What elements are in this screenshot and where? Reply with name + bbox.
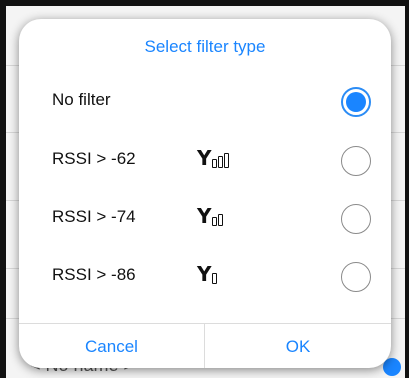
signal-strength-icon: Y (197, 262, 218, 284)
option-no-filter[interactable]: No filter (19, 81, 391, 121)
option-label: RSSI > -86 (52, 265, 136, 284)
option-rssi-74[interactable]: RSSI > -74 Y (19, 198, 391, 238)
window-frame-right (405, 0, 409, 378)
radio-selected[interactable] (341, 87, 371, 117)
cancel-button[interactable]: Cancel (19, 324, 205, 368)
filter-type-dialog: Select filter type No filter RSSI > -62 … (19, 19, 391, 368)
radio-unselected[interactable] (341, 146, 371, 176)
option-label: RSSI > -62 (52, 149, 136, 168)
radio-unselected[interactable] (341, 204, 371, 234)
radio-unselected[interactable] (341, 262, 371, 292)
window-frame-top (0, 0, 409, 6)
window-frame-left (0, 0, 6, 378)
option-label: RSSI > -74 (52, 207, 136, 226)
dialog-footer: Cancel OK (19, 323, 391, 368)
dialog-title: Select filter type (144, 37, 266, 56)
option-label: No filter (52, 90, 111, 109)
ok-button[interactable]: OK (205, 324, 391, 368)
signal-strength-icon: Y (197, 204, 224, 226)
signal-strength-icon: Y (197, 146, 230, 168)
option-rssi-62[interactable]: RSSI > -62 Y (19, 140, 391, 180)
option-rssi-86[interactable]: RSSI > -86 Y (19, 256, 391, 296)
